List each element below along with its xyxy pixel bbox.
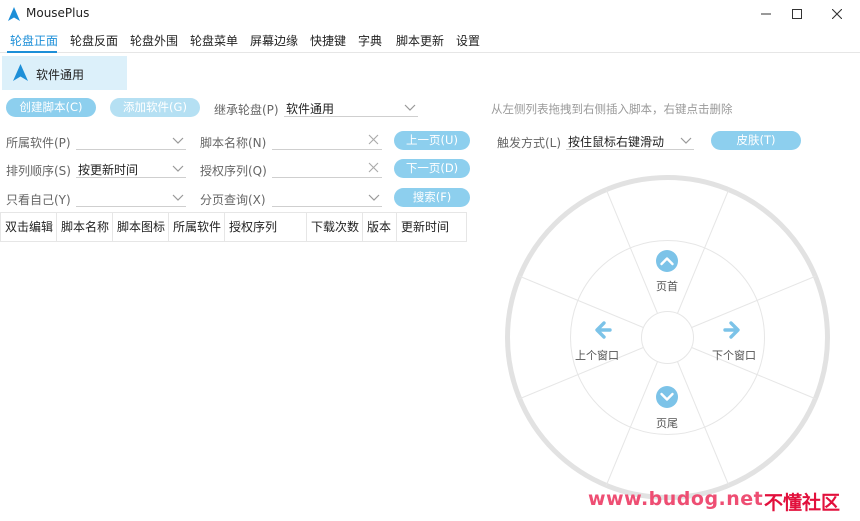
script-table-header: 双击编辑 脚本名称 脚本图标 所属软件 授权序列 下载次数 版本 更新时间 — [0, 212, 467, 242]
license-serial-label: 授权序列(Q) — [200, 164, 267, 178]
chevron-down-icon — [404, 104, 416, 111]
watermark-url: www.budog.net — [588, 488, 764, 510]
tab-settings[interactable]: 设置 — [454, 32, 482, 50]
trigger-mode-dropdown[interactable]: 按住鼠标右键滑动 — [566, 132, 694, 150]
license-serial-input[interactable] — [272, 160, 382, 178]
page-query-dropdown[interactable] — [272, 189, 382, 207]
column-header[interactable]: 脚本名称 — [56, 213, 112, 241]
sort-order-label: 排列顺序(S) — [6, 164, 71, 178]
app-logo-icon — [8, 7, 20, 21]
chevron-down-icon — [680, 137, 692, 144]
add-software-button[interactable]: 添加软件(G) — [110, 98, 200, 117]
column-header[interactable]: 授权序列 — [224, 213, 306, 241]
maximize-icon — [792, 9, 802, 19]
wheel-list-item-label: 软件通用 — [36, 68, 85, 82]
column-header[interactable]: 双击编辑 — [0, 213, 56, 241]
trigger-mode-label: 触发方式(L) — [497, 136, 562, 150]
tab-dictionary[interactable]: 字典 — [356, 32, 384, 50]
menu-bar: 轮盘正面 轮盘反面 轮盘外围 轮盘菜单 屏幕边缘 快捷键 字典 脚本更新 设置 — [0, 29, 860, 53]
tab-wheel-menu[interactable]: 轮盘菜单 — [188, 32, 240, 50]
next-page-button[interactable]: 下一页(D) — [394, 159, 470, 178]
tab-screen-edge[interactable]: 屏幕边缘 — [248, 32, 300, 50]
clear-icon[interactable] — [368, 162, 379, 173]
chevron-down-icon — [172, 137, 184, 144]
create-script-button[interactable]: 创建脚本(C) — [6, 98, 96, 117]
drag-hint-text: 从左侧列表拖拽到右侧插入脚本，右键点击删除 — [491, 102, 733, 116]
only-mine-dropdown[interactable] — [76, 189, 186, 207]
column-header[interactable]: 所属软件 — [168, 213, 224, 241]
wheel-list-item-selected[interactable]: 软件通用 — [2, 56, 127, 90]
prev-page-button[interactable]: 上一页(U) — [394, 131, 470, 150]
wheel-top-label: 页首 — [656, 280, 678, 293]
column-header[interactable]: 脚本图标 — [112, 213, 168, 241]
page-query-label: 分页查询(X) — [200, 193, 266, 207]
column-header[interactable]: 版本 — [362, 213, 396, 241]
minimize-button[interactable] — [756, 4, 776, 24]
wheel-left-label: 上个窗口 — [575, 349, 619, 362]
chevron-down-icon[interactable] — [656, 386, 678, 408]
tab-wheel-back[interactable]: 轮盘反面 — [68, 32, 120, 50]
app-logo-icon — [13, 64, 28, 81]
chevron-up-icon[interactable] — [656, 250, 678, 272]
sort-order-dropdown[interactable]: 按更新时间 — [76, 160, 186, 178]
window-title: MousePlus — [26, 6, 90, 20]
minimize-icon — [761, 13, 771, 15]
chevron-down-icon — [172, 165, 184, 172]
search-button[interactable]: 搜索(F) — [394, 188, 470, 207]
column-header[interactable]: 更新时间 — [396, 213, 466, 241]
inherit-wheel-dropdown[interactable]: 软件通用 — [284, 99, 418, 117]
maximize-button[interactable] — [787, 4, 807, 24]
chevron-down-icon — [368, 194, 380, 201]
column-header[interactable]: 下载次数 — [306, 213, 362, 241]
mouse-wheel[interactable] — [505, 175, 830, 500]
chevron-down-icon — [172, 194, 184, 201]
only-mine-label: 只看自己(Y) — [6, 193, 71, 207]
skin-button[interactable]: 皮肤(T) — [711, 131, 801, 150]
tab-hotkeys[interactable]: 快捷键 — [308, 32, 348, 50]
watermark-name: 不懂社区 — [764, 492, 841, 514]
close-icon — [832, 9, 842, 19]
software-filter-label: 所属软件(P) — [6, 136, 71, 150]
software-filter-dropdown[interactable] — [76, 132, 186, 150]
title-bar: MousePlus — [0, 0, 860, 28]
tab-script-update[interactable]: 脚本更新 — [394, 32, 446, 50]
tab-wheel-outer[interactable]: 轮盘外围 — [128, 32, 180, 50]
wheel-center[interactable] — [641, 311, 694, 364]
script-name-label: 脚本名称(N) — [200, 136, 267, 150]
close-button[interactable] — [827, 4, 847, 24]
wheel-bottom-label: 页尾 — [656, 417, 678, 430]
inherit-wheel-label: 继承轮盘(P) — [214, 103, 279, 117]
script-name-input[interactable] — [272, 132, 382, 150]
active-tab-indicator — [7, 51, 57, 53]
tab-wheel-front[interactable]: 轮盘正面 — [8, 32, 60, 50]
clear-icon[interactable] — [368, 134, 379, 145]
wheel-right-label: 下个窗口 — [712, 349, 756, 362]
